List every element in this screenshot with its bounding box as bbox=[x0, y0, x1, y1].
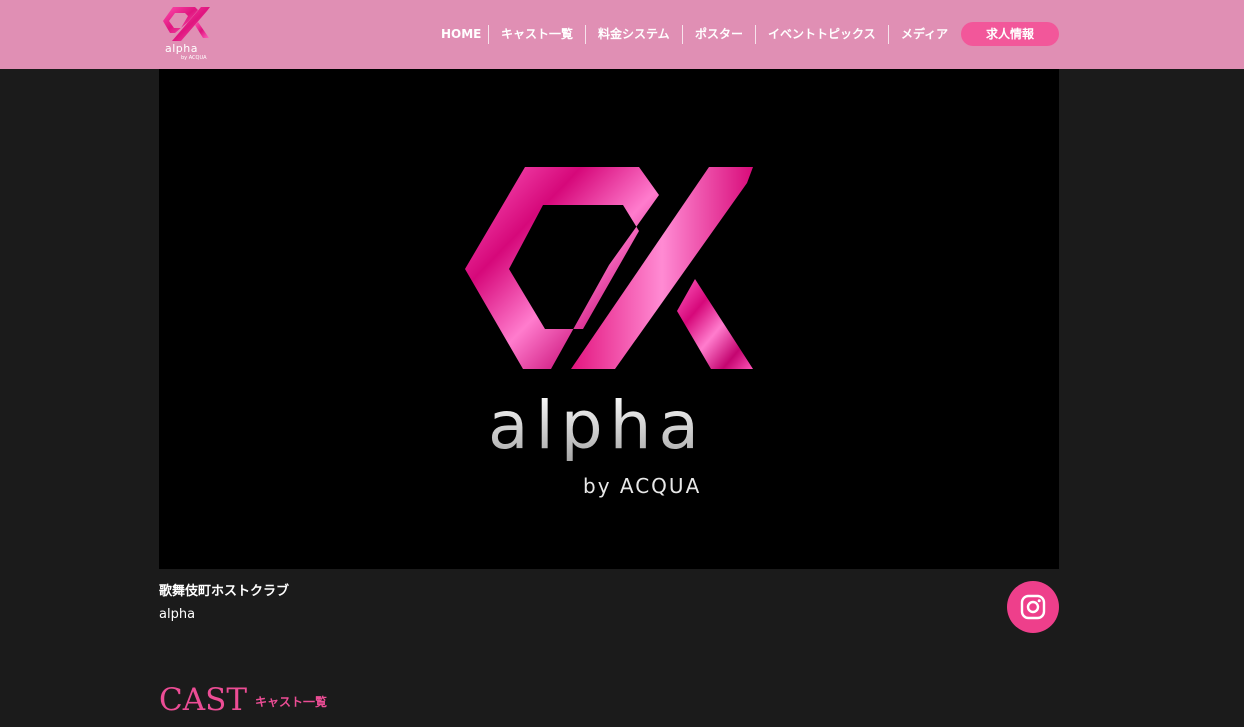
nav-divider bbox=[755, 25, 756, 44]
hero-wordmark: alpha bbox=[488, 387, 706, 464]
nav-cast-list[interactable]: キャスト一覧 bbox=[501, 26, 573, 42]
hero-banner: alpha by ACQUA bbox=[159, 69, 1059, 569]
nav-poster[interactable]: ポスター bbox=[695, 26, 743, 42]
nav-divider bbox=[585, 25, 586, 44]
cast-section-subtitle: キャスト一覧 bbox=[255, 695, 328, 709]
nav-home[interactable]: HOME bbox=[441, 26, 481, 42]
site-logo[interactable]: alpha by ACQUA bbox=[161, 5, 213, 63]
logo-subtitle: by ACQUA bbox=[181, 55, 207, 61]
alpha-logo-large-icon bbox=[465, 167, 753, 369]
logo-wordmark: alpha bbox=[165, 42, 198, 55]
club-name: alpha bbox=[159, 607, 196, 622]
cast-section-title: CAST bbox=[159, 682, 248, 718]
instagram-icon bbox=[1020, 594, 1046, 620]
nav-media[interactable]: メディア bbox=[901, 26, 948, 42]
alpha-logo-mark-icon bbox=[163, 7, 210, 41]
nav-event-topics[interactable]: イベントトピックス bbox=[768, 26, 876, 42]
hero-subtitle: by ACQUA bbox=[583, 474, 702, 498]
top-navigation-bar: alpha by ACQUA HOME キャスト一覧 料金システム ポスター イ… bbox=[0, 0, 1244, 69]
recruit-button[interactable]: 求人情報 bbox=[961, 22, 1059, 46]
club-description: 歌舞伎町ホストクラブ bbox=[159, 584, 290, 599]
nav-price-system[interactable]: 料金システム bbox=[598, 26, 670, 42]
nav-divider bbox=[488, 25, 489, 44]
instagram-button[interactable] bbox=[1007, 581, 1059, 633]
nav-divider bbox=[888, 25, 889, 44]
nav-divider bbox=[682, 25, 683, 44]
